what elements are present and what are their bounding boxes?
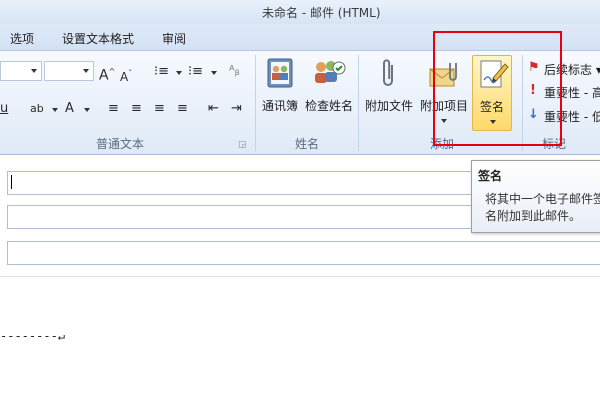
numbering-icon[interactable]: ⁝≡: [188, 64, 203, 80]
tooltip-body: 将其中一个电子邮件签名附加到此邮件。: [485, 192, 600, 223]
address-book-label: 通讯簿: [261, 99, 298, 113]
decrease-indent-icon[interactable]: ⇤: [208, 101, 219, 117]
chevron-down-icon: [52, 108, 58, 112]
check-names-button[interactable]: 检查姓名: [304, 55, 354, 131]
font-color-icon[interactable]: A: [65, 101, 74, 117]
grow-font-icon[interactable]: A^: [99, 64, 115, 84]
underline-icon[interactable]: u: [0, 101, 8, 117]
address-book-icon: [267, 58, 293, 88]
body-divider: [0, 276, 600, 277]
text-cursor: [11, 175, 12, 189]
align-center-icon[interactable]: ≡: [131, 101, 142, 117]
check-names-icon: [315, 61, 346, 83]
window-title: 未命名 - 邮件 (HTML): [262, 6, 381, 20]
justify-icon[interactable]: ≡: [177, 101, 188, 117]
chevron-down-icon: [211, 71, 217, 75]
tab-format-text[interactable]: 设置文本格式: [62, 30, 134, 47]
title-bar: 未命名 - 邮件 (HTML): [0, 0, 600, 24]
check-names-label: 检查姓名: [304, 99, 353, 113]
tab-options[interactable]: 选项: [10, 30, 34, 47]
group-label-basic-text: 普通文本: [95, 137, 144, 151]
align-right-icon[interactable]: ≡: [154, 101, 165, 117]
subject-field[interactable]: [7, 241, 600, 265]
group-separator: [358, 55, 359, 151]
font-size-combo[interactable]: [44, 61, 94, 81]
signature-tooltip: 签名 将其中一个电子邮件签名附加到此邮件。: [471, 160, 600, 233]
chevron-down-icon: [31, 69, 37, 73]
chevron-down-icon: [176, 71, 182, 75]
group-separator: [255, 55, 256, 151]
signature-separator-line: --------↵: [0, 329, 66, 343]
paperclip-icon: [383, 59, 393, 86]
font-name-combo[interactable]: [0, 61, 42, 81]
align-left-icon[interactable]: ≡: [108, 101, 119, 117]
highlight-box: [433, 31, 562, 146]
chevron-down-icon: [83, 69, 89, 73]
clear-formatting-icon[interactable]: ᴬᵦ: [229, 64, 240, 80]
group-label-names: 姓名: [294, 137, 319, 151]
bullets-icon[interactable]: ⁝≡: [154, 64, 169, 80]
chevron-down-icon: [84, 108, 90, 112]
increase-indent-icon[interactable]: ⇥: [231, 101, 242, 117]
highlight-color-icon[interactable]: ab: [30, 101, 44, 117]
shrink-font-icon[interactable]: Aˇ: [120, 66, 132, 85]
attach-file-label: 附加文件: [364, 99, 413, 113]
attach-file-button[interactable]: 附加文件: [362, 55, 416, 131]
address-book-button[interactable]: 通讯簿: [258, 55, 302, 131]
tab-review[interactable]: 审阅: [162, 30, 186, 47]
tooltip-title: 签名: [478, 169, 503, 183]
dialog-launcher-icon[interactable]: ◲: [238, 137, 247, 153]
